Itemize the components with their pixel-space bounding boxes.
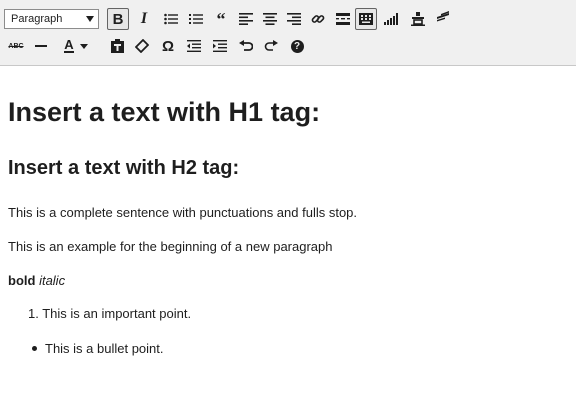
numbered-list-button[interactable] (185, 8, 207, 30)
editor-toolbar: Paragraph B I “ ABC A Ω ? (0, 0, 576, 66)
blockquote-button[interactable]: “ (210, 8, 232, 30)
bullet-list-text: This is a bullet point. (45, 341, 164, 356)
align-left-icon (239, 13, 253, 25)
redo-icon (264, 39, 278, 51)
numbered-list-icon (189, 14, 203, 24)
format-select-value: Paragraph (11, 13, 63, 25)
signal-icon (384, 13, 398, 25)
bold-icon: B (112, 10, 124, 28)
clear-formatting-button[interactable] (131, 35, 153, 57)
read-more-icon (336, 13, 350, 25)
keyboard-icon (359, 13, 373, 25)
bullet-icon (32, 346, 37, 351)
omega-icon: Ω (161, 37, 175, 55)
italic-text: italic (39, 273, 66, 288)
ordered-list-number: 1. (28, 306, 39, 321)
link-icon (311, 15, 325, 23)
undo-button[interactable] (235, 35, 257, 57)
unlink-button[interactable] (407, 8, 429, 30)
ordered-list-text: This is an important point. (42, 306, 192, 321)
bold-button[interactable]: B (107, 8, 129, 30)
bullet-list-button[interactable] (160, 8, 182, 30)
distraction-free-icon (437, 11, 449, 22)
indent-icon (213, 40, 227, 52)
help-icon: ? (290, 39, 304, 53)
link-button[interactable] (307, 8, 329, 30)
read-more-button[interactable] (332, 8, 354, 30)
chevron-down-icon (86, 16, 94, 22)
distraction-free-button[interactable] (432, 6, 454, 28)
format-select[interactable]: Paragraph (4, 9, 99, 29)
unlink-icon (411, 12, 425, 26)
text-color-icon: A (64, 37, 74, 53)
bullet-list-icon (164, 13, 178, 25)
chevron-down-icon (79, 43, 88, 49)
strikethrough-icon: ABC (8, 42, 24, 50)
outdent-icon (187, 40, 201, 52)
toolbar-toggle-button[interactable] (355, 8, 377, 30)
paragraph-1: This is a complete sentence with punctua… (8, 205, 358, 220)
redo-button[interactable] (260, 35, 282, 57)
paste-icon (110, 39, 124, 53)
bold-text: bold (8, 273, 36, 288)
align-right-icon (287, 13, 301, 25)
text-color-button[interactable]: A (59, 35, 93, 57)
align-center-button[interactable] (259, 8, 281, 30)
indent-button[interactable] (209, 35, 231, 57)
help-button[interactable]: ? (286, 35, 308, 57)
italic-icon: I (140, 10, 148, 27)
heading-1: Insert a text with H1 tag: (8, 97, 321, 127)
align-right-button[interactable] (283, 8, 305, 30)
signal-button[interactable] (381, 8, 403, 30)
heading-2: Insert a text with H2 tag: (8, 157, 240, 179)
eraser-icon (135, 39, 149, 53)
bullet-list-item: This is a bullet point. (28, 341, 164, 356)
align-center-icon (263, 13, 277, 25)
horizontal-line-button[interactable] (30, 35, 52, 57)
align-left-button[interactable] (235, 8, 257, 30)
blockquote-icon: “ (216, 9, 226, 29)
undo-icon (239, 39, 253, 51)
ordered-list-item: 1. This is an important point. (28, 306, 191, 321)
special-character-button[interactable]: Ω (157, 35, 179, 57)
formatted-line: bold italic (8, 273, 65, 288)
strikethrough-button[interactable]: ABC (5, 35, 27, 57)
paste-as-text-button[interactable] (106, 35, 128, 57)
italic-button[interactable]: I (133, 8, 155, 30)
paragraph-2: This is an example for the beginning of … (8, 239, 333, 254)
outdent-button[interactable] (183, 35, 205, 57)
horizontal-line-icon (35, 45, 47, 47)
